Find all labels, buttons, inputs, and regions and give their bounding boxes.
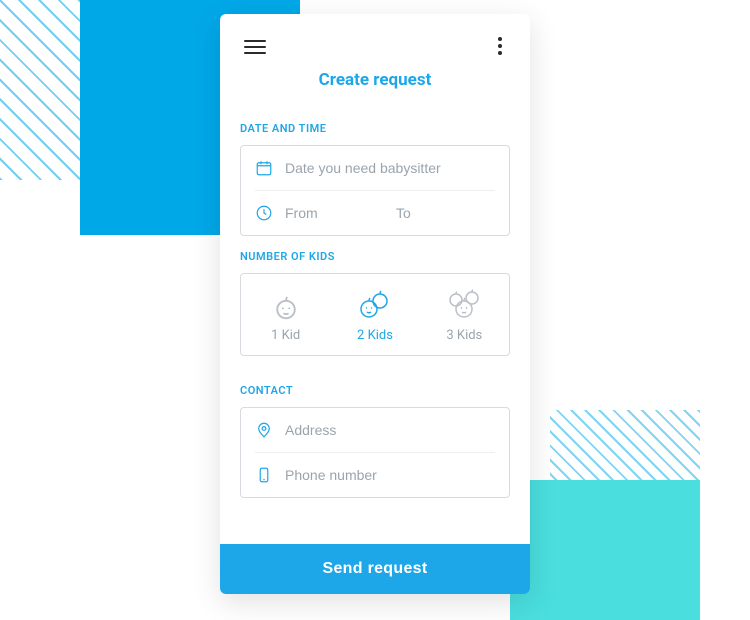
kids-option-2[interactable]: 2 Kids: [330, 274, 419, 355]
menu-icon[interactable]: [244, 36, 266, 58]
address-input[interactable]: [285, 418, 495, 442]
page-title: Create request: [240, 70, 510, 90]
clock-icon: [255, 204, 273, 222]
more-icon[interactable]: [490, 34, 510, 58]
baby-icon: [245, 284, 326, 322]
location-icon: [255, 421, 273, 439]
kids-option-label: 1 Kid: [245, 328, 326, 343]
section-label-kids: NUMBER OF KIDS: [240, 250, 510, 263]
time-to-input[interactable]: [396, 201, 495, 225]
request-card: Create request DATE AND TIME: [220, 14, 530, 594]
address-row: [241, 408, 509, 452]
calendar-icon: [255, 159, 273, 177]
bg-decor-cyan: [510, 480, 700, 620]
datetime-group: [240, 145, 510, 236]
send-request-button[interactable]: Send request: [220, 544, 530, 594]
phone-row: [255, 452, 495, 497]
card-content: DATE AND TIME: [220, 108, 530, 544]
date-input[interactable]: [285, 156, 495, 180]
bg-decor-dashes: [0, 0, 160, 180]
kids-option-label: 2 Kids: [334, 328, 415, 343]
time-row: [255, 190, 495, 235]
kids-option-label: 3 Kids: [424, 328, 505, 343]
baby-icon: [334, 284, 415, 322]
date-row: [241, 146, 509, 190]
kids-option-3[interactable]: 3 Kids: [420, 274, 509, 355]
time-from-input[interactable]: [285, 201, 384, 225]
section-label-contact: CONTACT: [240, 384, 510, 397]
phone-input[interactable]: [285, 463, 495, 487]
section-label-datetime: DATE AND TIME: [240, 122, 510, 135]
phone-icon: [255, 466, 273, 484]
baby-icon: [424, 284, 505, 322]
kids-group: 1 Kid 2 Kids: [240, 273, 510, 356]
kids-option-1[interactable]: 1 Kid: [241, 274, 330, 355]
card-header: Create request: [220, 14, 530, 108]
contact-group: [240, 407, 510, 498]
